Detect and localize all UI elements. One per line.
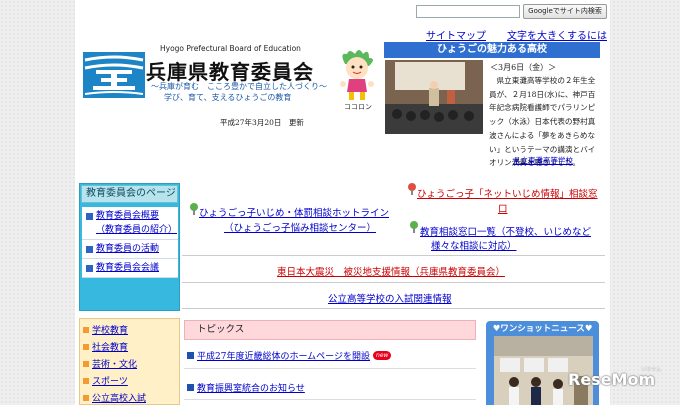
square-bullet-icon	[83, 326, 89, 333]
entrance-exam-link[interactable]: 公立高等学校の入試関連情報	[328, 291, 452, 305]
divider	[184, 399, 476, 400]
net-bullying-link-cont[interactable]: 口	[498, 201, 508, 215]
feature-photo[interactable]	[385, 60, 483, 134]
nav2-item-label: 学校教育	[92, 326, 129, 336]
green-pin-icon	[410, 221, 418, 233]
nav2-item-label: 社会教育	[92, 343, 129, 353]
search-input[interactable]	[416, 5, 520, 18]
feature-heading[interactable]: ひょうごの魅力ある高校	[384, 42, 600, 58]
nav2-item-social[interactable]: 社会教育	[83, 340, 128, 353]
nav1-item-overview[interactable]: 教育委員会概要（教育委員の紹介）	[82, 207, 178, 240]
nav1-item-label: 教育委員会会議	[96, 263, 160, 273]
square-bullet-icon	[86, 265, 93, 272]
nav2-item-exam[interactable]: 公立高校入試	[83, 391, 146, 404]
consult-list-link[interactable]: 教育相談窓口一覧（不登校、いじめなど	[420, 224, 591, 238]
square-bullet-icon	[83, 343, 89, 350]
nav1-item-label: 教育委員会概要（教育委員の紹介）	[96, 211, 178, 235]
board-logo-icon[interactable]	[83, 52, 145, 98]
divider	[182, 255, 605, 256]
new-badge: new	[373, 351, 392, 360]
red-pin-icon	[408, 183, 416, 195]
square-bullet-icon	[86, 213, 93, 220]
nav1-item-label: 教育委員の活動	[96, 244, 160, 254]
square-bullet-icon	[83, 360, 89, 367]
nav2-item-label: スポーツ	[92, 377, 128, 387]
hotline-link-sub[interactable]: （ひょうごっ子悩み相談センター）	[224, 220, 376, 234]
nav1-item-activities[interactable]: 教育委員の活動	[82, 240, 178, 259]
nav2-item-school[interactable]: 学校教育	[83, 323, 128, 336]
nav2-item-label: 芸術・文化	[92, 360, 138, 370]
square-bullet-icon	[83, 377, 89, 384]
resemom-watermark: ReseMom	[568, 370, 656, 389]
topic-item[interactable]: 平成27年度近畿総体のホームページを開設 new	[187, 349, 392, 362]
feature-date: ＜3月6日（金）＞	[490, 63, 557, 72]
slogan-line1: 〜兵庫が育む こころ豊かで自立した人づくり〜	[151, 82, 327, 91]
square-bullet-icon	[83, 394, 89, 401]
sitemap-link[interactable]: サイトマップ	[426, 27, 486, 42]
text-size-link[interactable]: 文字を大きくするには	[507, 27, 607, 42]
feature-school-link[interactable]: 県立東灘高等学校	[513, 155, 573, 166]
consult-list-link-cont[interactable]: 様々な相談に対応）	[431, 238, 517, 252]
board-pages-title: 教育委員会のページ	[81, 185, 178, 203]
nav2-item-label: 公立高校入試	[92, 394, 147, 404]
oneshot-news-title[interactable]: ♥ワンショットニュース♥	[486, 322, 599, 334]
hotline-link[interactable]: ひょうごっ子いじめ・体罰相談ホットライン	[199, 205, 389, 219]
topic-label: 平成27年度近畿総体のホームページを開設	[197, 352, 371, 362]
topic-item[interactable]: 教育振興室統合のお知らせ	[187, 381, 305, 394]
square-bullet-icon	[86, 246, 93, 253]
board-pages-list: 教育委員会概要（教育委員の紹介） 教育委員の活動 教育委員会会議	[82, 207, 178, 278]
disaster-support-link[interactable]: 東日本大震災 被災地支援情報（兵庫県教育委員会）	[277, 264, 505, 278]
nav2-item-arts[interactable]: 芸術・文化	[83, 357, 137, 370]
divider	[182, 282, 605, 283]
nav1-item-meetings[interactable]: 教育委員会会議	[82, 259, 178, 278]
mascot-name: ココロン	[344, 103, 372, 111]
square-bullet-icon	[187, 352, 194, 359]
site-search-button[interactable]: Googleでサイト内検索	[523, 4, 607, 19]
org-name-english: Hyogo Prefectural Board of Education	[160, 44, 301, 53]
net-bullying-link[interactable]: ひょうごっ子「ネットいじめ情報」相談窓	[417, 186, 598, 200]
square-bullet-icon	[187, 384, 194, 391]
divider	[184, 368, 476, 369]
topic-label: 教育振興室統合のお知らせ	[197, 384, 305, 394]
last-updated: 平成27年3月20日 更新	[220, 118, 304, 127]
slogan-line2: 学び、育て、支えるひょうごの教育	[164, 93, 292, 102]
mascot-cocoron-icon	[340, 50, 374, 100]
topics-heading: トピックス	[184, 320, 476, 340]
nav2-item-sports[interactable]: スポーツ	[83, 374, 128, 387]
green-pin-icon	[190, 203, 198, 215]
divider	[182, 308, 605, 309]
